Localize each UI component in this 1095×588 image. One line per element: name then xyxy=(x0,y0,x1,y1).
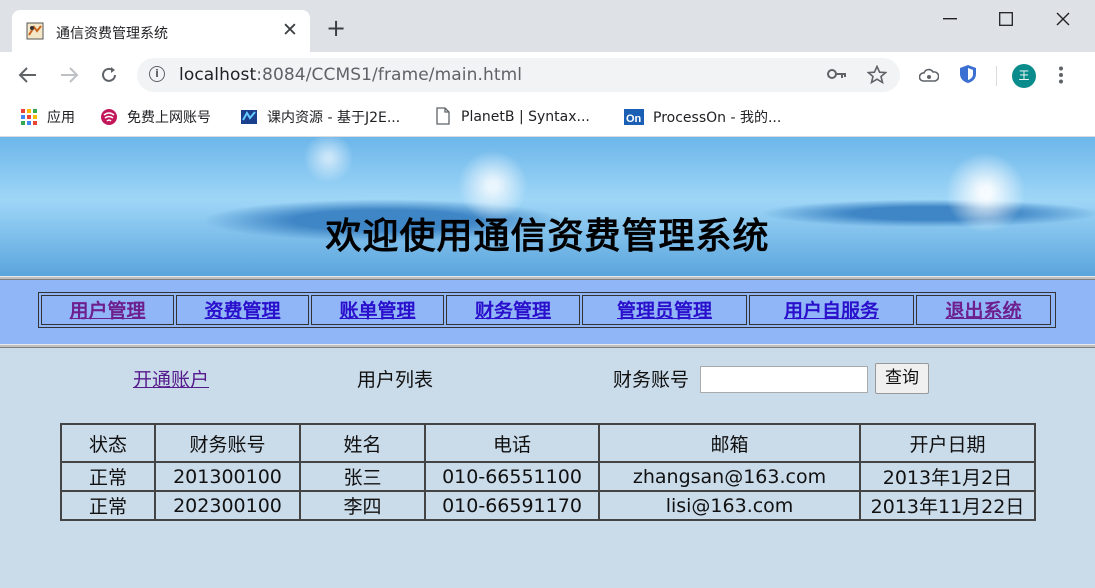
table-cell: 李四 xyxy=(299,490,426,521)
minimize-icon[interactable] xyxy=(943,18,957,20)
reload-icon[interactable] xyxy=(99,65,119,85)
bookmark-label: 免费上网账号 xyxy=(127,110,211,126)
tab-title: 通信资费管理系统 xyxy=(56,26,168,42)
new-tab-icon[interactable]: + xyxy=(326,16,346,40)
key-icon[interactable] xyxy=(827,68,847,80)
table-row[interactable]: 正常 202300100 李四 010-66591170 lisi@163.co… xyxy=(60,490,1036,521)
page-icon xyxy=(436,107,450,125)
window-close-icon[interactable] xyxy=(1056,12,1070,26)
page-content: 欢迎使用通信资费管理系统 用户管理 资费管理 账单管理 财务管理 管理员管理 用… xyxy=(0,137,1095,588)
toolbar-divider xyxy=(996,66,997,86)
browser-tabstrip: 通信资费管理系统 ✕ + xyxy=(0,0,1095,52)
table-cell: 正常 xyxy=(60,490,156,521)
maximize-icon[interactable] xyxy=(999,12,1013,26)
table-cell: 张三 xyxy=(299,461,426,492)
table-cell: 010-66551100 xyxy=(424,461,600,492)
page-title: 欢迎使用通信资费管理系统 xyxy=(325,216,770,257)
extension-cloud-icon[interactable] xyxy=(919,67,939,83)
nav-item-user-management[interactable]: 用户管理 xyxy=(41,295,174,325)
address-bar[interactable]: i localhost:8084/CCMS1/frame/main.html xyxy=(137,58,900,92)
j2ee-icon xyxy=(241,110,257,124)
table-header-row: 状态 财务账号 姓名 电话 邮箱 开户日期 xyxy=(60,423,1036,463)
table-row[interactable]: 正常 201300100 张三 010-66551100 zhangsan@16… xyxy=(60,461,1036,492)
nav-link[interactable]: 管理员管理 xyxy=(617,300,712,322)
column-header: 姓名 xyxy=(299,423,426,463)
table-cell: 2013年1月2日 xyxy=(859,461,1036,492)
table-cell: 010-66591170 xyxy=(424,490,600,521)
url-text[interactable]: localhost:8084/CCMS1/frame/main.html xyxy=(179,65,522,85)
query-button[interactable]: 查询 xyxy=(875,363,929,394)
bookmark-j2ee[interactable]: 课内资源 - 基于J2E... xyxy=(240,107,400,127)
column-header: 状态 xyxy=(60,423,156,463)
menu-dots-icon[interactable] xyxy=(1058,66,1064,84)
table-cell: 正常 xyxy=(60,461,156,492)
nav-table: 用户管理 资费管理 账单管理 财务管理 管理员管理 用户自服务 退出系统 xyxy=(38,292,1056,328)
account-label: 财务账号 xyxy=(613,369,690,391)
bookmark-label: PlanetB | Syntax... xyxy=(461,109,590,125)
nav-item-finance-management[interactable]: 财务管理 xyxy=(446,295,580,325)
apps-grid-icon xyxy=(21,109,37,125)
table-cell: 2013年11月22日 xyxy=(859,490,1036,521)
bookmark-apps[interactable]: 应用 xyxy=(20,107,75,127)
browser-tab[interactable]: 通信资费管理系统 ✕ xyxy=(12,10,310,52)
separator-bottom xyxy=(0,344,1095,348)
table-cell: 201300100 xyxy=(154,461,301,492)
nav-link[interactable]: 用户管理 xyxy=(69,300,145,322)
bookmark-processon[interactable]: On ProcessOn - 我的... xyxy=(624,107,781,127)
tab-close-icon[interactable]: ✕ xyxy=(282,19,298,41)
column-header: 电话 xyxy=(424,423,600,463)
back-icon[interactable] xyxy=(18,66,38,84)
nav-item-bill-management[interactable]: 账单管理 xyxy=(311,295,444,325)
nav-link[interactable]: 退出系统 xyxy=(945,300,1021,322)
browser-toolbar: i localhost:8084/CCMS1/frame/main.html 王 xyxy=(0,52,1095,98)
bookmark-label: 应用 xyxy=(47,110,75,126)
table-cell: 202300100 xyxy=(154,490,301,521)
column-header: 开户日期 xyxy=(859,423,1036,463)
nav-link[interactable]: 财务管理 xyxy=(475,300,551,322)
bookmark-label: 课内资源 - 基于J2E... xyxy=(267,110,401,126)
site-favicon-icon xyxy=(26,22,44,40)
nav-item-self-service[interactable]: 用户自服务 xyxy=(749,295,914,325)
user-list-title: 用户列表 xyxy=(357,369,434,391)
nav-link[interactable]: 用户自服务 xyxy=(784,300,879,322)
user-table: 状态 财务账号 姓名 电话 邮箱 开户日期 正常 201300100 张三 01… xyxy=(60,423,1036,521)
bookmark-label: ProcessOn - 我的... xyxy=(653,110,782,126)
column-header: 邮箱 xyxy=(598,423,861,463)
account-search-input[interactable] xyxy=(700,366,868,393)
nav-link[interactable]: 资费管理 xyxy=(204,300,280,322)
nav-item-fee-management[interactable]: 资费管理 xyxy=(176,295,309,325)
nav-item-admin-management[interactable]: 管理员管理 xyxy=(582,295,747,325)
header-banner: 欢迎使用通信资费管理系统 xyxy=(0,137,1095,276)
nav-item-logout[interactable]: 退出系统 xyxy=(916,295,1051,325)
nav-link[interactable]: 账单管理 xyxy=(339,300,415,322)
bookmarks-bar: 应用 免费上网账号 课内资源 - 基于J2E... PlanetB | Synt… xyxy=(0,98,1095,137)
bookmark-star-icon[interactable] xyxy=(867,65,887,85)
processon-icon: On xyxy=(624,109,644,125)
shield-icon[interactable] xyxy=(959,64,977,84)
profile-avatar[interactable]: 王 xyxy=(1012,64,1036,88)
forward-icon[interactable] xyxy=(59,66,79,84)
table-cell: zhangsan@163.com xyxy=(598,461,861,492)
free-wifi-icon xyxy=(101,109,117,125)
open-account-link[interactable]: 开通账户 xyxy=(133,365,209,392)
main-nav: 用户管理 资费管理 账单管理 财务管理 管理员管理 用户自服务 退出系统 xyxy=(0,280,1095,344)
column-header: 财务账号 xyxy=(154,423,301,463)
site-info-icon[interactable]: i xyxy=(149,66,165,82)
bookmark-free-wifi[interactable]: 免费上网账号 xyxy=(100,107,211,127)
bookmark-planetb[interactable]: PlanetB | Syntax... xyxy=(434,107,590,125)
table-cell: lisi@163.com xyxy=(598,490,861,521)
svg-text:On: On xyxy=(626,113,642,125)
